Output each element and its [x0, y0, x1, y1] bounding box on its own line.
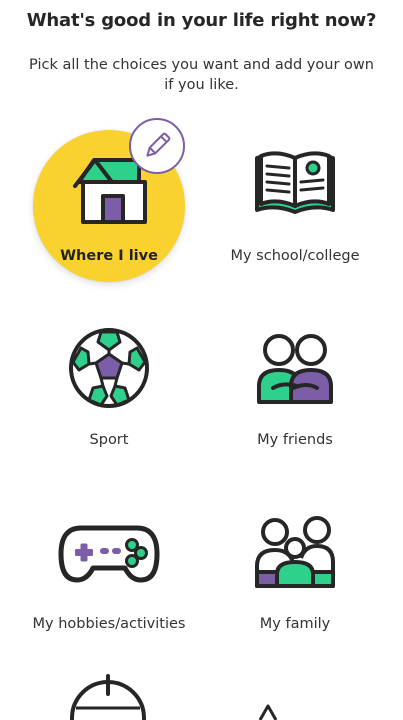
friends-icon: [257, 334, 333, 404]
choice-next-row-left[interactable]: [60, 672, 160, 720]
choice-label: Sport: [89, 432, 129, 448]
screen: What's good in your life right now? Pick…: [0, 0, 403, 720]
choice-next-row-right[interactable]: [248, 700, 288, 720]
football-icon: [69, 328, 149, 408]
pencil-icon: [146, 132, 171, 157]
page-title: What's good in your life right now?: [26, 10, 377, 31]
choice-label: My school/college: [230, 248, 360, 264]
choice-my-hobbies-activities[interactable]: My hobbies/activities: [24, 492, 194, 662]
page-subtitle: Pick all the choices you want and add yo…: [29, 57, 374, 93]
game-controller-icon: [58, 525, 160, 583]
open-book-icon: [255, 151, 335, 214]
choice-sport[interactable]: Sport: [24, 312, 194, 462]
choice-label: My friends: [257, 432, 333, 448]
choice-my-family[interactable]: My family: [210, 492, 380, 662]
choice-my-school-college[interactable]: My school/college: [210, 112, 380, 287]
edit-button[interactable]: [129, 118, 185, 174]
partial-icon: [258, 704, 278, 720]
choice-label: My hobbies/activities: [32, 616, 186, 632]
choice-label: My family: [259, 616, 331, 632]
choice-label: Where I live: [60, 248, 158, 264]
family-icon: [255, 516, 335, 588]
partial-icon: [70, 674, 146, 720]
choice-my-friends[interactable]: My friends: [210, 312, 380, 462]
